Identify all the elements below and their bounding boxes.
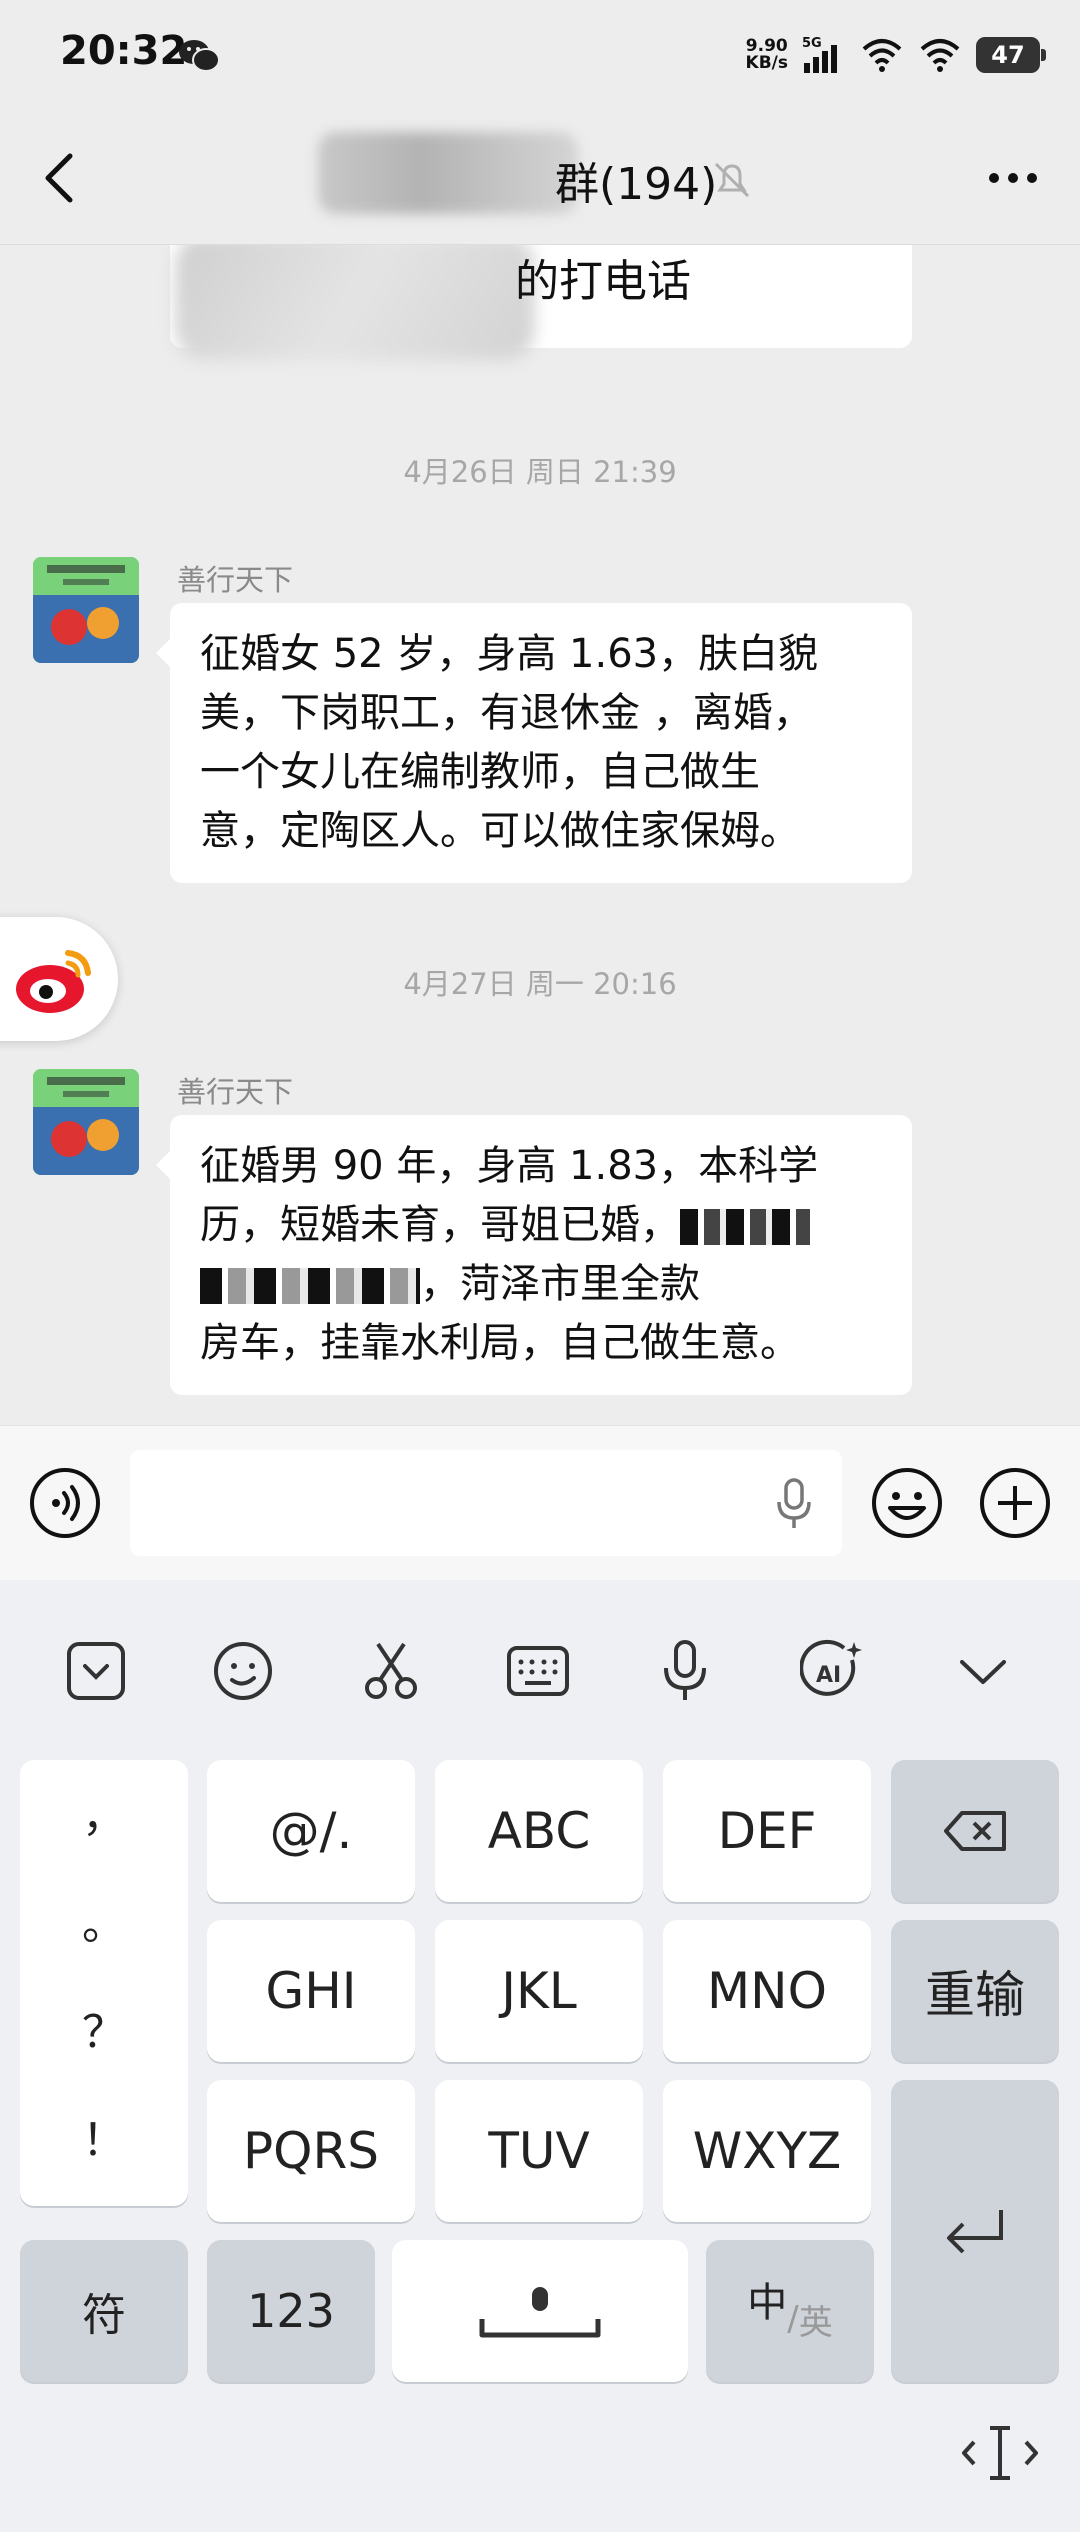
battery-icon: 47 [976,37,1046,73]
cursor-move-icon[interactable] [960,2418,1040,2488]
message-input[interactable] [130,1450,842,1556]
key-ghi[interactable]: GHI [207,1920,415,2062]
backspace-icon [944,1811,1006,1851]
more-icon[interactable] [986,166,1040,190]
keyboard-toolbar: AI [0,1580,1080,1760]
keyboard-icon[interactable] [505,1638,571,1704]
symbols-key[interactable]: 符 [20,2240,188,2382]
scissors-icon[interactable] [358,1638,424,1704]
key-abc[interactable]: ABC [435,1760,643,1902]
redaction-mark [680,1209,810,1245]
message-timestamp: 4月26日 周日 21:39 [403,455,677,489]
key-jkl[interactable]: JKL [435,1920,643,2062]
chat-message-list[interactable]: 的打电话 4月26日 周日 21:39 善行天下 征婚女 52 岁，身高 1.6… [0,245,1080,1425]
sender-name: 善行天下 [177,1075,294,1109]
message-line-with-redaction: 历，短婚未育，哥姐已婚， [200,1196,882,1255]
ai-icon[interactable]: AI [800,1638,866,1704]
message-input-bar [0,1425,1080,1580]
redaction-mark [200,1268,420,1304]
space-mic-icon [479,2287,601,2338]
lang-zh-label: 中 [747,2280,788,2326]
chat-title-bar: 群(194) [0,110,1080,245]
message-line-text: ，菏泽市里全款 [420,1261,700,1307]
title-blur-redaction [318,132,578,214]
message-line-text: 历，短婚未育，哥姐已婚， [200,1202,680,1248]
avatar[interactable] [33,1069,139,1175]
avatar[interactable] [33,557,139,663]
message-line: 征婚男 90 年，身高 1.83，本科学 [200,1143,819,1189]
punct-exclaim-key[interactable]: ！ [20,2104,188,2168]
input-method-keyboard: AI ， 。 ？ ！ @/. ABC DEF GHI JKL MNO 重输 PQ… [0,1580,1080,2532]
key-pqrs[interactable]: PQRS [207,2080,415,2222]
message-line: 房车，挂靠水利局，自己做生意。 [200,1320,800,1366]
message-line: 意，定陶区人。可以做住家保姆。 [200,808,800,854]
sender-name: 善行天下 [177,563,294,597]
mute-bell-icon [714,162,750,198]
key-mno[interactable]: MNO [663,1920,871,2062]
collapse-icon[interactable] [950,1638,1016,1704]
message-timestamp: 4月27日 周一 20:16 [403,967,677,1001]
back-icon[interactable] [38,150,82,206]
emoticon-icon[interactable] [210,1638,276,1704]
lang-en-label: 英 [798,2302,833,2343]
emoji-icon[interactable] [870,1466,944,1540]
message-line: 一个女儿在编制教师，自己做生 [200,749,760,795]
punctuation-column[interactable]: ， 。 ？ ！ [20,1760,188,2206]
key-symbols-at[interactable]: @/. [207,1760,415,1902]
mic-icon[interactable] [774,1478,814,1530]
svg-text:5G: 5G [802,36,822,51]
wechat-icon [179,40,220,72]
lang-slash: / [787,2299,799,2339]
enter-icon [947,2210,1003,2254]
numbers-key[interactable]: 123 [207,2240,375,2382]
enter-key[interactable] [891,2080,1059,2382]
message-line: 美，下岗职工，有退休金 ，离婚， [200,690,813,736]
svg-text:AI: AI [816,1663,841,1688]
voice-icon[interactable] [28,1466,102,1540]
reinput-key[interactable]: 重输 [891,1920,1059,2062]
status-time: 20:32 [60,28,188,74]
backspace-key[interactable] [891,1760,1059,1902]
wifi-icon-2 [920,39,960,72]
message-line: 征婚女 52 岁，身高 1.63，肤白貌 [200,631,819,677]
message-line-with-redaction: ，菏泽市里全款 [200,1255,882,1314]
previous-message-fragment: 的打电话 [515,256,691,307]
punct-question-key[interactable]: ？ [20,1996,188,2060]
chat-title: 群(194) [555,159,718,210]
punct-period-key[interactable]: 。 [20,1888,188,1952]
cellular-signal-icon: 5G [802,36,837,73]
message-bubble[interactable]: 征婚女 52 岁，身高 1.63，肤白貌 美，下岗职工，有退休金 ，离婚， 一个… [156,603,912,883]
keyboard-switch-icon[interactable] [63,1638,129,1704]
message-bubble[interactable]: 征婚男 90 年，身高 1.83，本科学 历，短婚未育，哥姐已婚， ，菏泽市里全… [156,1115,912,1395]
wifi-icon [862,39,902,72]
status-bar: 20:32 9.90 KB/s 5G 47 [0,0,1080,110]
plus-icon[interactable] [978,1466,1052,1540]
language-switch-key[interactable]: 中 / 英 [706,2240,874,2382]
status-indicators: 9.90 KB/s 5G 47 [746,30,1046,80]
key-wxyz[interactable]: WXYZ [663,2080,871,2222]
microphone-icon[interactable] [652,1638,718,1704]
key-def[interactable]: DEF [663,1760,871,1902]
net-speed-unit: KB/s [745,53,788,73]
previous-message-blur [175,245,535,360]
space-key[interactable] [392,2240,688,2382]
key-tuv[interactable]: TUV [435,2080,643,2222]
net-speed: 9.90 KB/s [746,38,788,72]
punct-comma-key[interactable]: ， [20,1780,188,1844]
